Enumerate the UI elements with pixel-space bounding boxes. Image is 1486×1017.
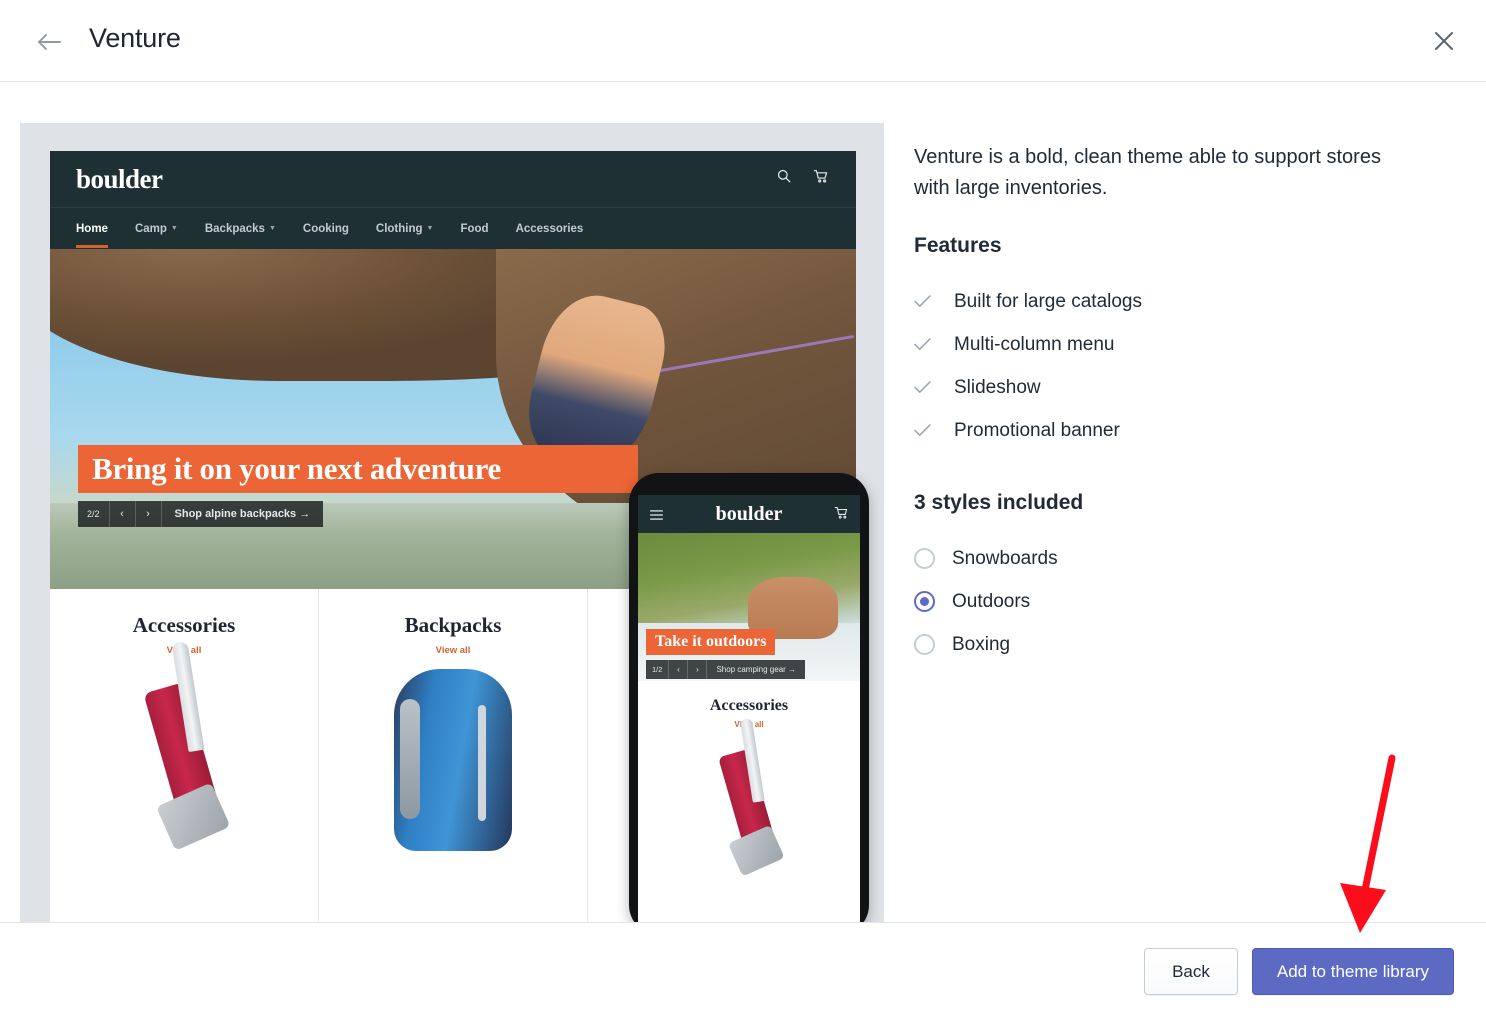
nav-label: Accessories bbox=[515, 222, 584, 235]
chevron-down-icon: ▼ bbox=[170, 225, 178, 232]
nav-label: Clothing bbox=[375, 222, 423, 235]
view-all-link[interactable]: View all bbox=[319, 645, 587, 656]
chevron-right-icon[interactable]: › bbox=[687, 660, 706, 679]
styles-heading: 3 styles included bbox=[914, 491, 1084, 514]
page-title: Venture bbox=[89, 23, 181, 53]
nav-item-backpacks[interactable]: Backpacks ▼ bbox=[205, 223, 276, 235]
feature-label: Slideshow bbox=[954, 376, 1041, 398]
cart-icon[interactable] bbox=[813, 169, 828, 188]
mobile-hero-headline-banner: Take it outdoors bbox=[646, 629, 776, 655]
mobile-hero-slideshow: Take it outdoors 1/2 ‹ › Shop camping ge… bbox=[638, 533, 860, 681]
cart-icon[interactable] bbox=[834, 506, 848, 524]
feature-label: Multi-column menu bbox=[954, 333, 1115, 355]
radio-button[interactable] bbox=[914, 634, 935, 655]
category-card-backpacks[interactable]: Backpacks View all bbox=[319, 589, 588, 922]
nav-item-cooking[interactable]: Cooking bbox=[303, 223, 349, 235]
chevron-right-icon[interactable]: › bbox=[134, 501, 161, 527]
mobile-slideshow-controls: 1/2 ‹ › Shop camping gear → bbox=[646, 660, 806, 679]
close-icon[interactable] bbox=[1426, 23, 1462, 59]
category-title: Accessories bbox=[709, 697, 789, 714]
backpack-product-image bbox=[394, 669, 512, 851]
hero-headline-banner: Bring it on your next adventure bbox=[78, 445, 638, 493]
store-header: boulder bbox=[50, 151, 856, 207]
knife-blade bbox=[171, 640, 205, 753]
style-label: Snowboards bbox=[952, 547, 1058, 569]
list-item: Multi-column menu bbox=[914, 323, 1434, 366]
theme-preview: boulder Home Camp ▼ Backpacks ▼ Cooking … bbox=[20, 123, 884, 922]
add-to-theme-library-button[interactable]: Add to theme library bbox=[1251, 948, 1454, 995]
list-item: Promotional banner bbox=[914, 409, 1434, 452]
radio-button-selected[interactable] bbox=[914, 591, 935, 612]
backpack-strap bbox=[400, 699, 420, 819]
arrow-left-icon[interactable] bbox=[33, 26, 65, 58]
nav-item-home[interactable]: Home bbox=[76, 222, 108, 248]
mobile-category-card[interactable]: Accessories View all bbox=[638, 681, 860, 922]
chevron-left-icon[interactable]: ‹ bbox=[668, 660, 687, 679]
store-navigation: Home Camp ▼ Backpacks ▼ Cooking Clothing bbox=[50, 207, 856, 249]
slideshow-controls: 2/2 ‹ › Shop alpine backpacks → bbox=[78, 501, 324, 527]
knife-pliers bbox=[727, 824, 785, 877]
list-item: Slideshow bbox=[914, 366, 1434, 409]
mobile-hero-headline: Take it outdoors bbox=[655, 633, 767, 650]
chevron-down-icon: ▼ bbox=[268, 225, 276, 232]
style-radio-group: Snowboards Outdoors Boxing bbox=[914, 537, 1434, 666]
features-heading: Features bbox=[914, 234, 1002, 257]
style-label: Boxing bbox=[952, 633, 1011, 655]
features-list: Built for large catalogs Multi-column me… bbox=[914, 280, 1434, 452]
hamburger-icon[interactable] bbox=[650, 508, 663, 523]
hero-headline: Bring it on your next adventure bbox=[92, 451, 501, 486]
back-button[interactable]: Back bbox=[1144, 948, 1238, 995]
nav-label: Backpacks bbox=[204, 222, 265, 235]
knife-blade bbox=[739, 717, 765, 803]
hero-cta-link[interactable]: Shop alpine backpacks → bbox=[160, 501, 324, 527]
modal-body: boulder Home Camp ▼ Backpacks ▼ Cooking … bbox=[0, 82, 1486, 922]
mobile-store-header: boulder bbox=[638, 495, 860, 533]
theme-info-panel: Venture is a bold, clean theme able to s… bbox=[914, 142, 1434, 666]
nav-item-accessories[interactable]: Accessories bbox=[516, 223, 584, 235]
style-label: Outdoors bbox=[952, 590, 1031, 612]
search-icon[interactable] bbox=[777, 169, 791, 188]
mobile-preview: boulder Take it outdoors 1/2 ‹ › Shop ca… bbox=[629, 473, 869, 922]
footer-actions: Back Add to theme library bbox=[1144, 948, 1454, 995]
modal-header: Venture bbox=[0, 0, 1486, 82]
feature-label: Promotional banner bbox=[954, 419, 1120, 441]
theme-detail-modal: Venture boulder Home Camp ▼ Backpacks ▼ … bbox=[0, 0, 1486, 1017]
category-title: Backpacks bbox=[404, 613, 502, 637]
check-icon bbox=[914, 295, 944, 308]
check-icon bbox=[914, 424, 944, 437]
category-title: Accessories bbox=[132, 613, 236, 637]
nav-item-camp[interactable]: Camp ▼ bbox=[135, 223, 178, 235]
multitool-product-image bbox=[718, 717, 785, 877]
store-logo: boulder bbox=[76, 164, 163, 194]
slide-counter: 1/2 bbox=[652, 665, 663, 674]
slide-counter: 2/2 bbox=[87, 509, 100, 519]
nav-item-food[interactable]: Food bbox=[460, 223, 488, 235]
chevron-left-icon[interactable]: ‹ bbox=[108, 501, 135, 527]
style-option-snowboards[interactable]: Snowboards bbox=[914, 537, 1434, 580]
nav-label: Home bbox=[76, 222, 108, 235]
nav-label: Cooking bbox=[302, 222, 349, 235]
mobile-screen: boulder Take it outdoors 1/2 ‹ › Shop ca… bbox=[638, 495, 860, 922]
chevron-down-icon: ▼ bbox=[426, 225, 434, 232]
modal-footer: Back Add to theme library bbox=[0, 922, 1486, 1017]
category-card-accessories[interactable]: Accessories View all bbox=[50, 589, 319, 922]
style-option-boxing[interactable]: Boxing bbox=[914, 623, 1434, 666]
style-option-outdoors[interactable]: Outdoors bbox=[914, 580, 1434, 623]
feature-label: Built for large catalogs bbox=[954, 290, 1142, 312]
backpack-zipper bbox=[478, 705, 486, 821]
check-icon bbox=[914, 381, 944, 394]
radio-button[interactable] bbox=[914, 548, 935, 569]
nav-label: Camp bbox=[134, 222, 167, 235]
multitool-product-image bbox=[143, 640, 231, 851]
list-item: Built for large catalogs bbox=[914, 280, 1434, 323]
check-icon bbox=[914, 338, 944, 351]
store-header-icons bbox=[777, 169, 828, 188]
mobile-hero-cta-link[interactable]: Shop camping gear → bbox=[706, 660, 805, 679]
nav-item-clothing[interactable]: Clothing ▼ bbox=[376, 223, 434, 235]
mobile-store-logo: boulder bbox=[715, 502, 783, 525]
theme-description: Venture is a bold, clean theme able to s… bbox=[914, 146, 1381, 199]
nav-label: Food bbox=[460, 222, 489, 235]
knife-pliers bbox=[156, 782, 231, 851]
